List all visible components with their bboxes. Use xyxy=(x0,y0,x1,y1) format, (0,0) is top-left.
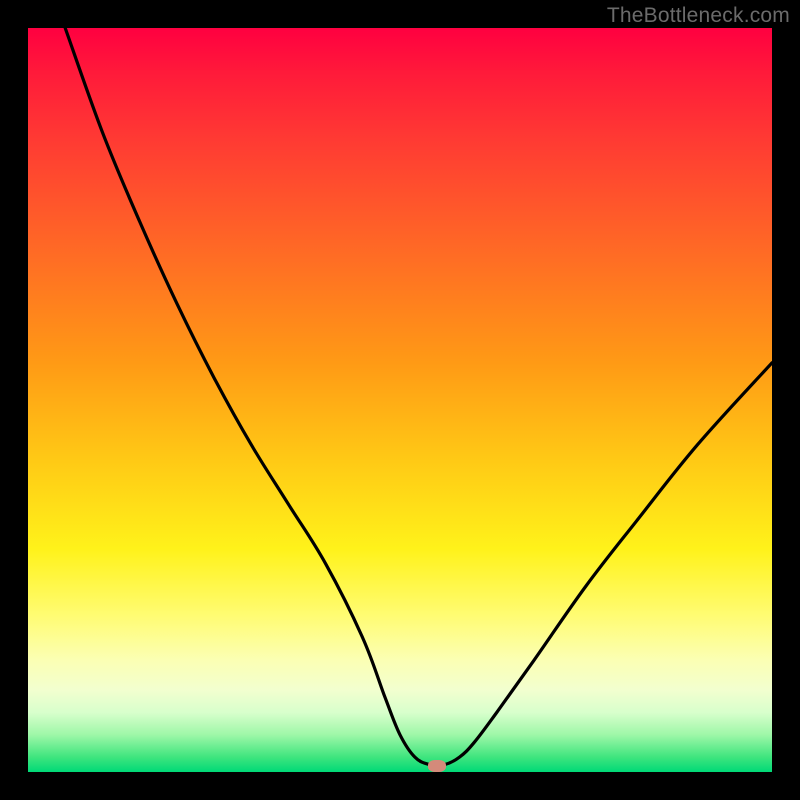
bottleneck-curve xyxy=(28,28,772,772)
watermark-text: TheBottleneck.com xyxy=(607,4,790,28)
optimal-marker xyxy=(428,760,446,772)
chart-frame: TheBottleneck.com xyxy=(0,0,800,800)
plot-area xyxy=(28,28,772,772)
